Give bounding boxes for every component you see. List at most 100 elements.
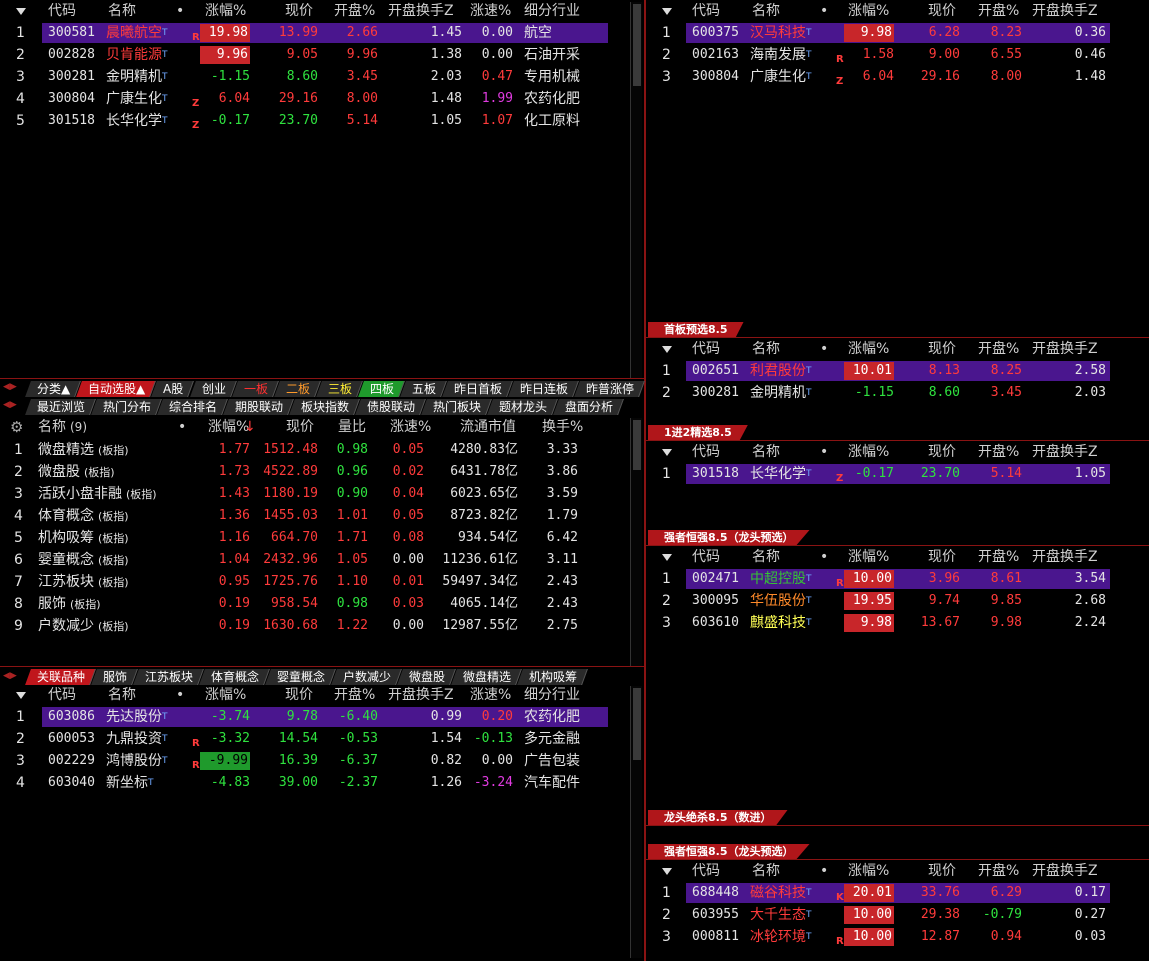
tabs-row1-tab[interactable]: 二板	[273, 381, 321, 397]
rp1-row[interactable]: 1 600375 汉马科技T 9.98 6.28 8.23 0.36	[646, 22, 1146, 44]
top-left-name[interactable]: 贝肯能源T	[106, 44, 168, 66]
related-col-name[interactable]: 名称	[108, 684, 136, 706]
rp1-col-name[interactable]: 名称	[752, 0, 780, 22]
sort-desc-icon[interactable]: ↓	[244, 416, 256, 438]
related-name[interactable]: 鸿博股份T	[106, 750, 168, 772]
tabs-row1-tab[interactable]: A股	[151, 381, 195, 397]
tabs-row3-tab[interactable]: 微盘股	[397, 669, 457, 685]
rp3-row[interactable]: 1 301518 长华化学T Z -0.17 23.70 5.14 1.05	[646, 463, 1146, 485]
top-left-col-price[interactable]: 现价	[285, 0, 313, 22]
rp3-col-turn[interactable]: 开盘换手Z	[1032, 441, 1098, 463]
rp1-name[interactable]: 海南发展T	[750, 44, 812, 66]
rp3-col-open[interactable]: 开盘%	[978, 441, 1019, 463]
rp2-col-code[interactable]: 代码	[692, 338, 720, 360]
tabs-row3-tab[interactable]: 机构吸筹	[517, 669, 589, 685]
rp4-row[interactable]: 1 002471 中超控股T R 10.00 3.96 8.61 3.54	[646, 568, 1146, 590]
rp4-col-price[interactable]: 现价	[928, 546, 956, 568]
tabs-row1-tab[interactable]: 昨普涨停	[573, 381, 645, 397]
index-row[interactable]: 6 婴童概念 (板指) 1.04 2432.96 1.05 0.00 11236.61亿 3.1…	[0, 549, 630, 571]
rp1-col-price[interactable]: 现价	[928, 0, 956, 22]
rp2-col-open[interactable]: 开盘%	[978, 338, 1019, 360]
tabs-row2-tab[interactable]: 综合排名	[157, 399, 228, 415]
rp4-col-dot[interactable]: •	[820, 546, 828, 568]
tabs-row3-nav-arrows[interactable]: ◀▶	[3, 671, 17, 681]
related-row[interactable]: 3 002229 鸿博股份T R -9.99 16.39 -6.37 0.82 0.00 广告包装	[0, 750, 630, 772]
rp5-col-code[interactable]: 代码	[692, 860, 720, 882]
rp1-col-open[interactable]: 开盘%	[978, 0, 1019, 22]
top-left-name[interactable]: 金明精机T	[106, 66, 168, 88]
rp5-name[interactable]: 大千生态T	[750, 904, 812, 926]
rp2-name[interactable]: 利君股份T	[750, 360, 812, 382]
rp3-collapse-icon[interactable]	[662, 449, 672, 456]
related-col-price[interactable]: 现价	[285, 684, 313, 706]
rp2-name[interactable]: 金明精机T	[750, 382, 812, 404]
index-col-speed[interactable]: 涨速%	[390, 416, 431, 438]
tabs-row1-tab[interactable]: 创业	[189, 381, 237, 397]
tabs-row2-tab[interactable]: 热门板块	[421, 399, 493, 415]
rp5-col-open[interactable]: 开盘%	[978, 860, 1019, 882]
index-row[interactable]: 2 微盘股 (板指) 1.73 4522.89 0.96 0.02 6431.78亿 3.86	[0, 461, 630, 483]
top-left-col-pct[interactable]: 涨幅%	[205, 0, 246, 22]
rp1-col-turn[interactable]: 开盘换手Z	[1032, 0, 1098, 22]
related-col-code[interactable]: 代码	[48, 684, 76, 706]
rp2-row[interactable]: 1 002651 利君股份T 10.01 8.13 8.25 2.58	[646, 360, 1146, 382]
index-name[interactable]: 活跃小盘非融 (板指)	[38, 483, 157, 506]
rp5-col-turn[interactable]: 开盘换手Z	[1032, 860, 1098, 882]
rp1-row[interactable]: 3 300804 广康生化T Z 6.04 29.16 8.00 1.48	[646, 66, 1146, 88]
rp1-col-code[interactable]: 代码	[692, 0, 720, 22]
tabs-row2-tab[interactable]: 热门分布	[91, 399, 162, 415]
index-name[interactable]: 江苏板块 (板指)	[38, 571, 129, 594]
rp3-col-code[interactable]: 代码	[692, 441, 720, 463]
rp1-collapse-icon[interactable]	[662, 8, 672, 15]
top-left-row[interactable]: 5 301518 长华化学T Z -0.17 23.70 5.14 1.05 1.07 化工原料	[0, 110, 630, 132]
rp5-col-price[interactable]: 现价	[928, 860, 956, 882]
related-col-open[interactable]: 开盘%	[334, 684, 375, 706]
rp4-col-code[interactable]: 代码	[692, 546, 720, 568]
tabs-row3-tab[interactable]: 体育概念	[199, 669, 270, 685]
top-left-col-code[interactable]: 代码	[48, 0, 76, 22]
rp4-col-turn[interactable]: 开盘换手Z	[1032, 546, 1098, 568]
rp2-col-pct[interactable]: 涨幅%	[848, 338, 889, 360]
top-left-name[interactable]: 长华化学T	[106, 110, 168, 132]
related-col-ind[interactable]: 细分行业	[524, 684, 580, 706]
top-left-col-ind[interactable]: 细分行业	[524, 0, 580, 22]
related-scrollbar[interactable]	[630, 686, 642, 958]
index-name[interactable]: 机构吸筹 (板指)	[38, 527, 129, 550]
tabs-row1-tab[interactable]: 三板	[315, 381, 363, 397]
rp2-collapse-icon[interactable]	[662, 346, 672, 353]
tabs-row2-tab[interactable]: 板块指数	[289, 399, 360, 415]
gear-icon[interactable]: ⚙	[10, 416, 23, 438]
top-left-scrollbar[interactable]	[630, 2, 642, 378]
tabs-row3-tab[interactable]: 关联品种	[25, 669, 96, 685]
rp5-row[interactable]: 2 603955 大千生态T 10.00 29.38 -0.79 0.27	[646, 904, 1146, 926]
tabs-row2-tab[interactable]: 债股联动	[355, 399, 427, 415]
rp2-col-price[interactable]: 现价	[928, 338, 956, 360]
rp4-row[interactable]: 3 603610 麒盛科技T 9.98 13.67 9.98 2.24	[646, 612, 1146, 634]
top-left-col-name[interactable]: 名称	[108, 0, 136, 22]
tabs-row3-tab[interactable]: 微盘精选	[451, 669, 523, 685]
rp4-collapse-icon[interactable]	[662, 554, 672, 561]
rp1-name[interactable]: 广康生化T	[750, 66, 812, 88]
top-left-col-speed[interactable]: 涨速%	[470, 0, 511, 22]
rp5-col-dot[interactable]: •	[820, 860, 828, 882]
index-name[interactable]: 婴童概念 (板指)	[38, 549, 129, 572]
rp2-row[interactable]: 2 300281 金明精机T -1.15 8.60 3.45 2.03	[646, 382, 1146, 404]
top-left-col-dot[interactable]: •	[176, 0, 184, 22]
tabs-row1-tab[interactable]: 自动选股▲	[76, 381, 157, 397]
top-left-col-open[interactable]: 开盘%	[334, 0, 375, 22]
tabs-row3-tab[interactable]: 江苏板块	[133, 669, 204, 685]
rp5-row[interactable]: 1 688448 磁谷科技T K 20.01 33.76 6.29 0.17	[646, 882, 1146, 904]
related-name[interactable]: 新坐标T	[106, 772, 154, 794]
rp2-col-dot[interactable]: •	[820, 338, 828, 360]
top-left-row[interactable]: 2 002828 贝肯能源T 9.96 9.05 9.96 1.38 0.00 石油开采	[0, 44, 630, 66]
index-row[interactable]: 4 体育概念 (板指) 1.36 1455.03 1.01 0.05 8723.82亿 1.79	[0, 505, 630, 527]
rp4-row[interactable]: 2 300095 华伍股份T 19.95 9.74 9.85 2.68	[646, 590, 1146, 612]
top-left-col-turn[interactable]: 开盘换手Z	[388, 0, 454, 22]
tabs-row2-tab[interactable]: 期股联动	[223, 399, 294, 415]
rp5-col-pct[interactable]: 涨幅%	[848, 860, 889, 882]
top-left-row[interactable]: 1 300581 晨曦航空T R 19.98 13.99 2.66 1.45 0.00 航空	[0, 22, 630, 44]
tabs-row2-tab[interactable]: 最近浏览	[25, 399, 96, 415]
rp3-col-name[interactable]: 名称	[752, 441, 780, 463]
related-name[interactable]: 九鼎投资T	[106, 728, 168, 750]
rp4-col-pct[interactable]: 涨幅%	[848, 546, 889, 568]
